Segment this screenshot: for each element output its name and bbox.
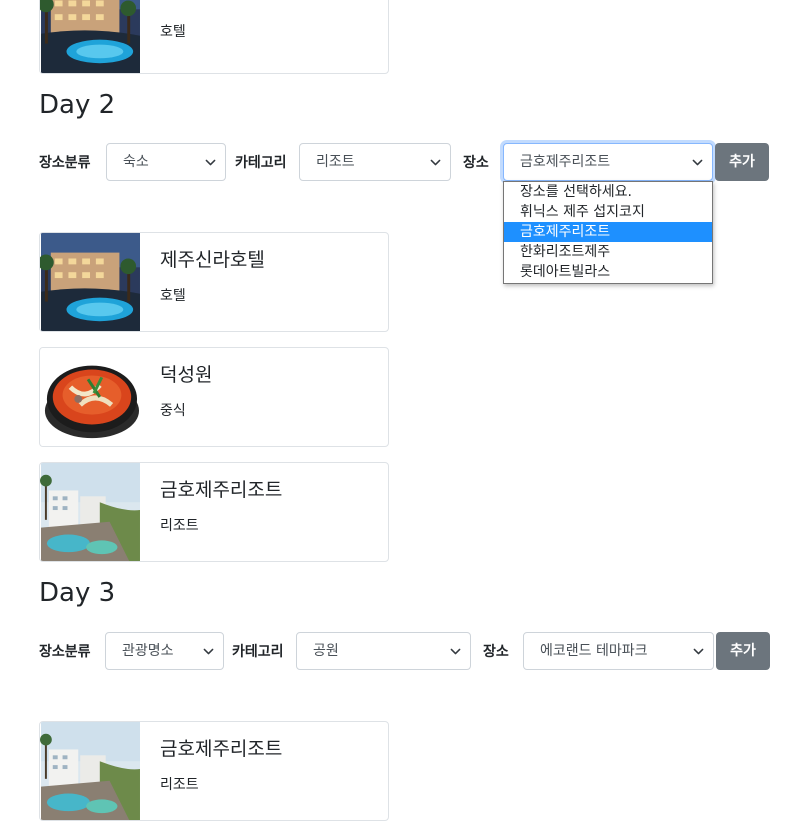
place-select[interactable]: 에코랜드 테마파크: [523, 632, 714, 670]
place-card: 제주신라호텔 호텔: [39, 232, 389, 332]
chevron-down-icon: [203, 646, 214, 657]
chevron-down-icon: [205, 157, 216, 168]
chevron-down-icon: [430, 157, 441, 168]
place-card: 호텔: [39, 0, 389, 74]
place-dropdown-list: 장소를 선택하세요. 휘닉스 제주 섭지코지 금호제주리조트 한화리조트제주 롯…: [503, 181, 713, 284]
day-title: Day 2: [39, 90, 116, 120]
place-photo: [40, 348, 141, 446]
subcategory-select[interactable]: 리조트: [299, 143, 451, 181]
chevron-down-icon: [693, 646, 704, 657]
place-card: 덕성원 중식: [39, 347, 389, 447]
place-select[interactable]: 금호제주리조트: [503, 143, 713, 181]
subcategory-label: 카테고리: [235, 155, 287, 171]
subcategory-label: 카테고리: [232, 644, 284, 660]
place-title: 금호제주리조트: [160, 479, 283, 501]
place-category: 중식: [160, 403, 186, 419]
place-card: 금호제주리조트 리조트: [39, 462, 389, 562]
place-title: 덕성원: [160, 364, 213, 386]
place-photo: [40, 233, 141, 331]
category-label: 장소분류: [39, 644, 91, 660]
place-select-value: 금호제주리조트: [520, 154, 611, 170]
place-category: 리조트: [160, 518, 199, 534]
day-title: Day 3: [39, 578, 116, 608]
place-card: 금호제주리조트 리조트: [39, 721, 389, 821]
place-title: 제주신라호텔: [160, 249, 265, 271]
place-title: 금호제주리조트: [160, 738, 283, 760]
place-label: 장소: [483, 644, 509, 660]
category-select[interactable]: 관광명소: [105, 632, 224, 670]
place-category: 호텔: [160, 288, 186, 304]
place-label: 장소: [463, 155, 489, 171]
place-category: 호텔: [160, 24, 186, 40]
place-photo: [40, 722, 141, 820]
subcategory-select-value: 공원: [313, 643, 339, 659]
place-photo: [40, 463, 141, 561]
category-label: 장소분류: [39, 155, 91, 171]
place-option[interactable]: 한화리조트제주: [504, 242, 712, 262]
place-photo: [40, 0, 141, 73]
place-option-selected[interactable]: 금호제주리조트: [504, 222, 712, 242]
add-button[interactable]: 추가: [716, 632, 770, 670]
place-category: 리조트: [160, 777, 199, 793]
category-select-value: 숙소: [123, 154, 149, 170]
category-select[interactable]: 숙소: [106, 143, 226, 181]
category-select-value: 관광명소: [122, 643, 174, 659]
place-option[interactable]: 장소를 선택하세요.: [504, 182, 712, 202]
place-option[interactable]: 휘닉스 제주 섭지코지: [504, 202, 712, 222]
place-option[interactable]: 롯데아트빌라스: [504, 262, 712, 282]
add-button[interactable]: 추가: [715, 143, 769, 181]
chevron-down-icon: [450, 646, 461, 657]
subcategory-select[interactable]: 공원: [296, 632, 471, 670]
subcategory-select-value: 리조트: [316, 154, 355, 170]
chevron-down-icon: [692, 157, 703, 168]
place-select-value: 에코랜드 테마파크: [540, 643, 648, 659]
